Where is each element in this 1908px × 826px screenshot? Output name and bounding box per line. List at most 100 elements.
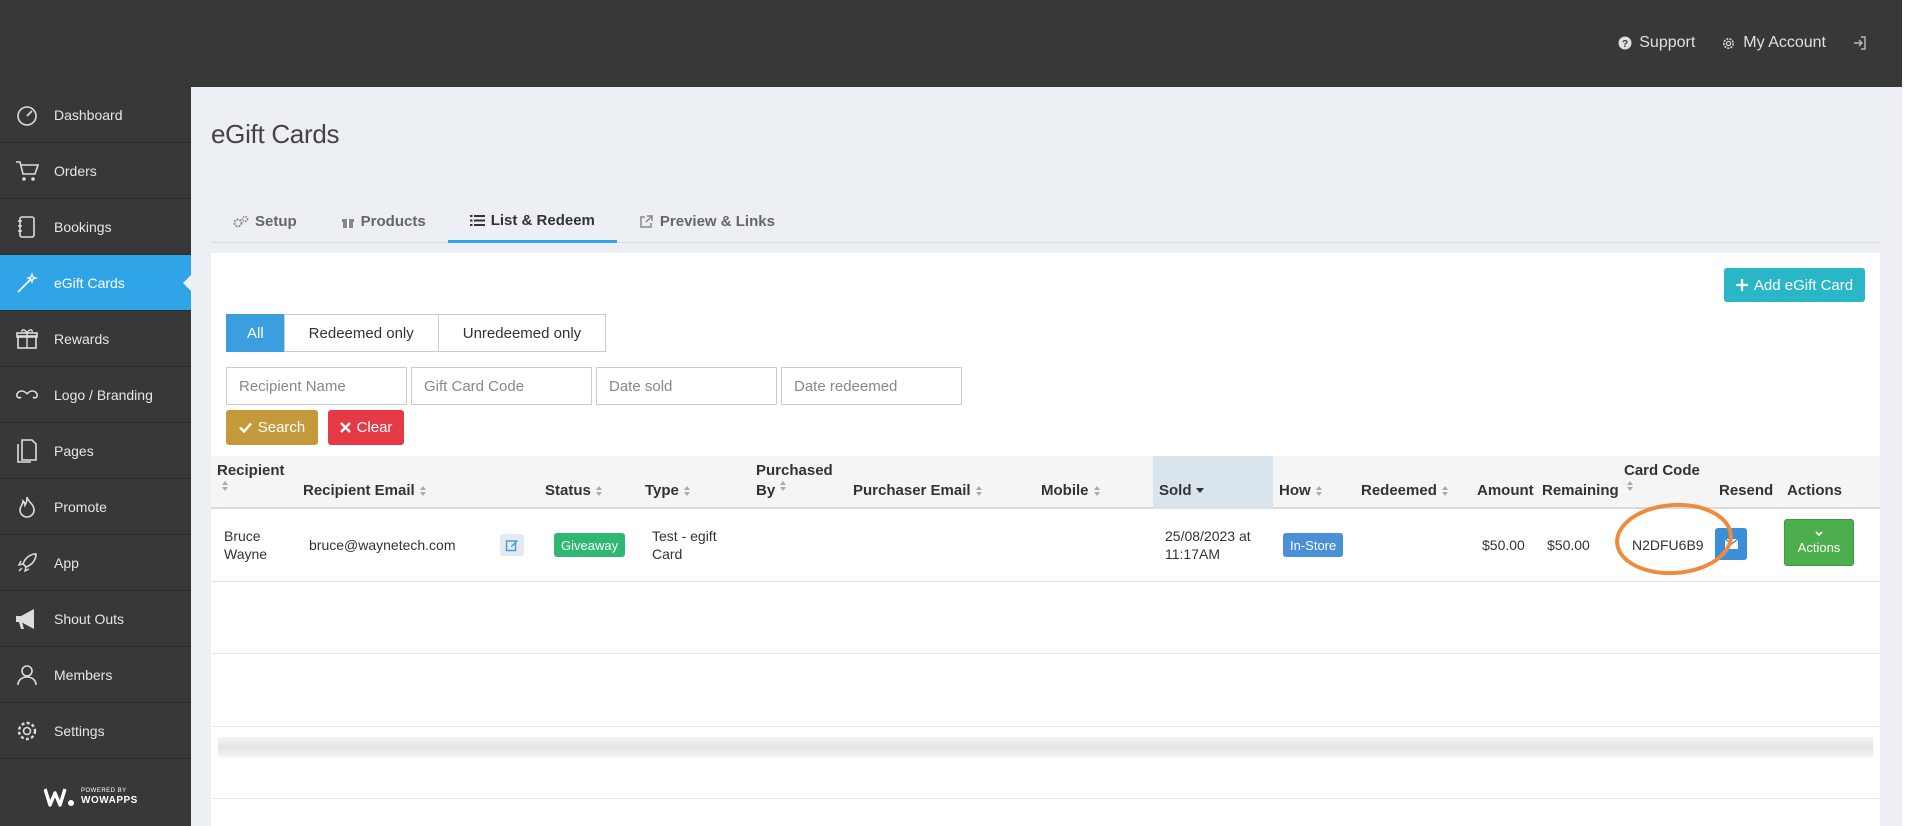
table-row-divider bbox=[211, 726, 1880, 727]
clear-button[interactable]: Clear bbox=[328, 410, 404, 445]
edit-email-button[interactable] bbox=[500, 534, 524, 556]
sort-icon bbox=[419, 486, 427, 497]
column-label: Card Code bbox=[1624, 462, 1700, 479]
type-line-2: Card bbox=[652, 546, 683, 562]
close-icon bbox=[339, 422, 351, 433]
tab-label: Setup bbox=[255, 213, 297, 230]
cart-icon bbox=[0, 159, 54, 183]
cogs-icon bbox=[233, 215, 249, 229]
tab-list-redeem[interactable]: List & Redeem bbox=[447, 200, 617, 243]
sold-date: 25/08/2023 at bbox=[1165, 528, 1251, 544]
column-label: How bbox=[1279, 482, 1311, 499]
sidebar-item-orders[interactable]: Orders bbox=[0, 143, 191, 199]
column-label: Recipient Email bbox=[303, 482, 415, 499]
sidebar-item-label: App bbox=[54, 554, 79, 571]
filter-unredeemed-only[interactable]: Unredeemed only bbox=[437, 314, 607, 352]
actions-dropdown-button[interactable]: Actions bbox=[1784, 519, 1854, 566]
recipient-name-input[interactable] bbox=[226, 367, 407, 405]
sidebar-item-members[interactable]: Members bbox=[0, 647, 191, 703]
sidebar-item-rewards[interactable]: Rewards bbox=[0, 311, 191, 367]
sort-icon bbox=[1441, 486, 1449, 497]
sidebar-item-app[interactable]: App bbox=[0, 535, 191, 591]
filter-all[interactable]: All bbox=[226, 314, 285, 352]
column-label: Purchaser Email bbox=[853, 482, 971, 499]
chevron-down-icon bbox=[1815, 530, 1823, 536]
add-egift-card-button[interactable]: Add eGift Card bbox=[1724, 268, 1865, 302]
support-label: Support bbox=[1639, 34, 1696, 51]
tab-preview-links[interactable]: Preview & Links bbox=[617, 200, 797, 243]
column-purchased-by[interactable]: Purchased By bbox=[756, 461, 833, 501]
page-title: eGift Cards bbox=[211, 119, 340, 149]
sidebar-item-bookings[interactable]: Bookings bbox=[0, 199, 191, 255]
sort-icon bbox=[1093, 486, 1101, 497]
sidebar-item-label: Logo / Branding bbox=[54, 386, 153, 403]
status-badge: Giveaway bbox=[554, 533, 626, 557]
sidebar-item-egift-cards[interactable]: eGift Cards bbox=[0, 255, 191, 311]
type-cell: Test - egift Card bbox=[652, 527, 717, 563]
my-account-link[interactable]: My Account bbox=[1721, 34, 1826, 52]
my-account-label: My Account bbox=[1743, 34, 1826, 51]
sidebar-item-promote[interactable]: Promote bbox=[0, 479, 191, 535]
column-recipient-email[interactable]: Recipient Email bbox=[303, 481, 427, 501]
user-icon bbox=[0, 663, 54, 687]
column-label: Sold bbox=[1159, 482, 1192, 499]
tab-products[interactable]: Products bbox=[319, 200, 448, 243]
tab-label: Products bbox=[360, 213, 426, 230]
table-header: Recipient Recipient Email Status Type Pu… bbox=[211, 456, 1880, 509]
rocket-icon bbox=[0, 551, 54, 575]
column-how[interactable]: How bbox=[1279, 481, 1323, 501]
gift-card-code-input[interactable] bbox=[411, 367, 592, 405]
wowapps-text: WOWAPPS bbox=[81, 795, 138, 806]
gift-icon bbox=[0, 327, 54, 351]
logout-button[interactable] bbox=[1852, 35, 1868, 51]
megaphone-icon bbox=[0, 607, 54, 631]
sidebar: Dashboard Orders Bookings eGift Cards Re… bbox=[0, 87, 191, 826]
gear-icon bbox=[1721, 36, 1736, 51]
date-redeemed-input[interactable] bbox=[781, 367, 962, 405]
sidebar-item-shout-outs[interactable]: Shout Outs bbox=[0, 591, 191, 647]
redeem-filter-toggle: All Redeemed only Unredeemed only bbox=[226, 314, 607, 352]
question-circle-icon: ? bbox=[1618, 36, 1632, 50]
mustache-icon bbox=[0, 387, 54, 403]
sold-time: 11:17AM bbox=[1165, 546, 1220, 562]
sidebar-item-label: Settings bbox=[54, 722, 105, 739]
sidebar-item-label: Shout Outs bbox=[54, 610, 125, 627]
column-status[interactable]: Status bbox=[545, 481, 603, 501]
sidebar-item-label: Pages bbox=[54, 442, 94, 459]
column-redeemed[interactable]: Redeemed bbox=[1361, 481, 1449, 501]
column-mobile[interactable]: Mobile bbox=[1041, 481, 1101, 501]
gear-icon bbox=[0, 719, 54, 743]
check-icon bbox=[238, 422, 252, 433]
sort-icon bbox=[779, 481, 787, 491]
horizontal-scrollbar[interactable] bbox=[218, 737, 1873, 757]
column-sold[interactable]: Sold bbox=[1159, 481, 1204, 501]
column-resend: Resend bbox=[1719, 482, 1774, 499]
column-type[interactable]: Type bbox=[645, 481, 691, 501]
date-sold-input[interactable] bbox=[596, 367, 777, 405]
column-purchaser-email[interactable]: Purchaser Email bbox=[853, 481, 983, 501]
svg-text:?: ? bbox=[1622, 39, 1628, 50]
recipient-cell: Bruce Wayne bbox=[224, 527, 267, 563]
tab-setup[interactable]: Setup bbox=[211, 200, 319, 243]
sidebar-item-label: Dashboard bbox=[54, 106, 123, 123]
type-line-1: Test - egift bbox=[652, 528, 717, 544]
recipient-last-name: Wayne bbox=[224, 546, 268, 562]
powered-by-text: POWERED BY bbox=[81, 788, 127, 794]
column-label: By bbox=[756, 482, 776, 499]
column-label: Recipient bbox=[217, 462, 285, 479]
sidebar-item-logo-branding[interactable]: Logo / Branding bbox=[0, 367, 191, 423]
magic-wand-icon bbox=[0, 271, 54, 295]
column-card-code[interactable]: Card Code bbox=[1624, 461, 1700, 491]
support-link[interactable]: ? Support bbox=[1618, 34, 1695, 52]
sidebar-item-dashboard[interactable]: Dashboard bbox=[0, 87, 191, 143]
external-link-icon bbox=[639, 214, 654, 229]
filter-redeemed-only[interactable]: Redeemed only bbox=[283, 314, 439, 352]
column-actions: Actions bbox=[1787, 482, 1843, 499]
sidebar-item-settings[interactable]: Settings bbox=[0, 703, 191, 759]
search-button[interactable]: Search bbox=[226, 410, 318, 445]
column-amount: Amount bbox=[1477, 482, 1534, 499]
sign-out-icon bbox=[1852, 35, 1868, 51]
sidebar-item-pages[interactable]: Pages bbox=[0, 423, 191, 479]
table-row-divider bbox=[211, 798, 1880, 799]
column-recipient[interactable]: Recipient bbox=[217, 461, 285, 491]
